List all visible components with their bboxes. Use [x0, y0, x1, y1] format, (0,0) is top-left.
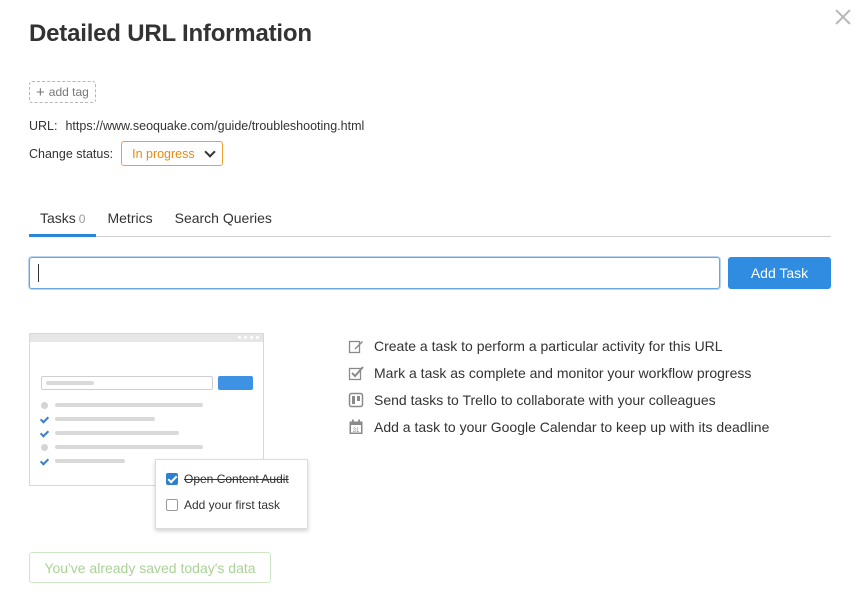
tab-tasks[interactable]: Tasks 0	[29, 200, 97, 237]
saved-data-button: You've already saved today's data	[29, 552, 271, 583]
task-input[interactable]	[29, 257, 720, 289]
text-caret	[38, 264, 39, 282]
url-value: https://www.seoquake.com/guide/troublesh…	[65, 119, 365, 133]
feature-item: Create a task to perform a particular ac…	[348, 332, 769, 359]
check-icon	[41, 416, 48, 423]
illustration-row	[41, 456, 125, 466]
status-value: In progress	[132, 146, 195, 161]
popup-item-open-content-audit: Open Content Audit	[166, 472, 289, 486]
add-tag-button[interactable]: + add tag	[29, 81, 96, 103]
url-label: URL:	[29, 119, 58, 133]
status-row: Change status: In progress	[29, 141, 224, 166]
add-task-button[interactable]: Add Task	[728, 257, 831, 289]
tab-tasks-count: 0	[78, 212, 86, 226]
url-row: URL: https://www.seoquake.com/guide/troub…	[29, 119, 364, 133]
edit-icon	[348, 340, 363, 353]
svg-text:31: 31	[353, 427, 360, 433]
trello-icon	[348, 392, 364, 407]
chevron-down-icon	[204, 146, 216, 158]
close-icon[interactable]	[832, 6, 854, 28]
feature-item: 31 Add a task to your Google Calendar to…	[348, 413, 769, 440]
add-tag-label: add tag	[48, 85, 89, 99]
check-icon	[41, 430, 48, 437]
checkbox-checked-icon	[166, 473, 178, 485]
feature-text: Send tasks to Trello to collaborate with…	[374, 391, 716, 408]
feature-item: Send tasks to Trello to collaborate with…	[348, 386, 769, 413]
bullet-icon	[41, 401, 48, 409]
illustration-titlebar	[30, 334, 263, 342]
illustration-input	[41, 376, 213, 390]
tab-tasks-label: Tasks	[40, 210, 76, 226]
bullet-icon	[41, 443, 48, 451]
feature-item: Mark a task as complete and monitor your…	[348, 359, 769, 386]
calendar-icon: 31	[349, 419, 363, 434]
popup-item-label: Open Content Audit	[184, 472, 289, 486]
illustration-row	[41, 400, 203, 410]
tab-search-queries-label: Search Queries	[174, 210, 272, 226]
status-dropdown[interactable]: In progress	[121, 141, 224, 166]
check-icon	[41, 458, 48, 465]
tab-search-queries[interactable]: Search Queries	[164, 200, 283, 237]
illustration-row	[41, 442, 203, 452]
plus-icon: +	[36, 83, 45, 101]
illustration-row	[41, 428, 179, 438]
popup-item-add-first-task: Add your first task	[166, 498, 280, 512]
checkbox-icon	[166, 499, 178, 511]
tab-bar: Tasks 0 Metrics Search Queries	[29, 200, 831, 237]
feature-list: Create a task to perform a particular ac…	[348, 332, 769, 440]
illustration-dots	[238, 336, 259, 339]
status-label: Change status:	[29, 146, 114, 161]
illustration-popup: Open Content Audit Add your first task	[155, 459, 308, 529]
tab-metrics[interactable]: Metrics	[96, 200, 163, 237]
illustration-row	[41, 414, 155, 424]
check-square-icon	[348, 365, 364, 380]
page-title: Detailed URL Information	[29, 20, 312, 47]
popup-item-label: Add your first task	[184, 498, 281, 512]
feature-text: Create a task to perform a particular ac…	[374, 337, 723, 354]
tab-metrics-label: Metrics	[107, 210, 153, 226]
feature-text: Mark a task as complete and monitor your…	[374, 364, 752, 381]
illustration-button	[218, 376, 253, 390]
feature-text: Add a task to your Google Calendar to ke…	[374, 418, 770, 435]
